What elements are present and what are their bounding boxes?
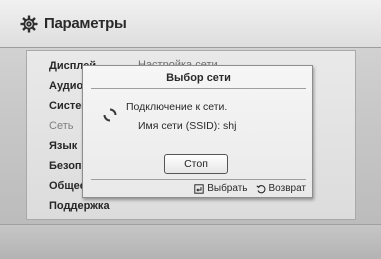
settings-screen: Параметры Дисплей Аудио Система Сеть Язы… <box>0 0 381 259</box>
bottom-band <box>0 224 381 259</box>
ssid-label: Имя сети (SSID): shj <box>138 120 237 132</box>
dialog-divider <box>91 88 306 89</box>
return-icon <box>255 184 265 193</box>
connection-status: Подключение к сети. <box>126 101 228 113</box>
stop-button[interactable]: Стоп <box>164 154 228 174</box>
loading-spinner-icon <box>103 108 117 122</box>
title-bar: Параметры <box>0 0 381 48</box>
dialog-footer-divider <box>91 179 306 180</box>
enter-icon <box>194 183 204 194</box>
page-title: Параметры <box>44 15 127 32</box>
select-hint[interactable]: Выбрать <box>194 183 248 194</box>
select-hint-label: Выбрать <box>207 183 248 194</box>
menu-item-support[interactable]: Поддержка <box>49 196 110 216</box>
back-hint[interactable]: Возврат <box>255 183 307 194</box>
back-hint-label: Возврат <box>268 183 307 194</box>
dialog-footer: Выбрать Возврат <box>186 183 306 194</box>
network-select-dialog: Выбор сети Подключение к сети. Имя сети … <box>82 65 313 198</box>
gear-icon <box>20 15 38 33</box>
dialog-title: Выбор сети <box>166 72 231 84</box>
